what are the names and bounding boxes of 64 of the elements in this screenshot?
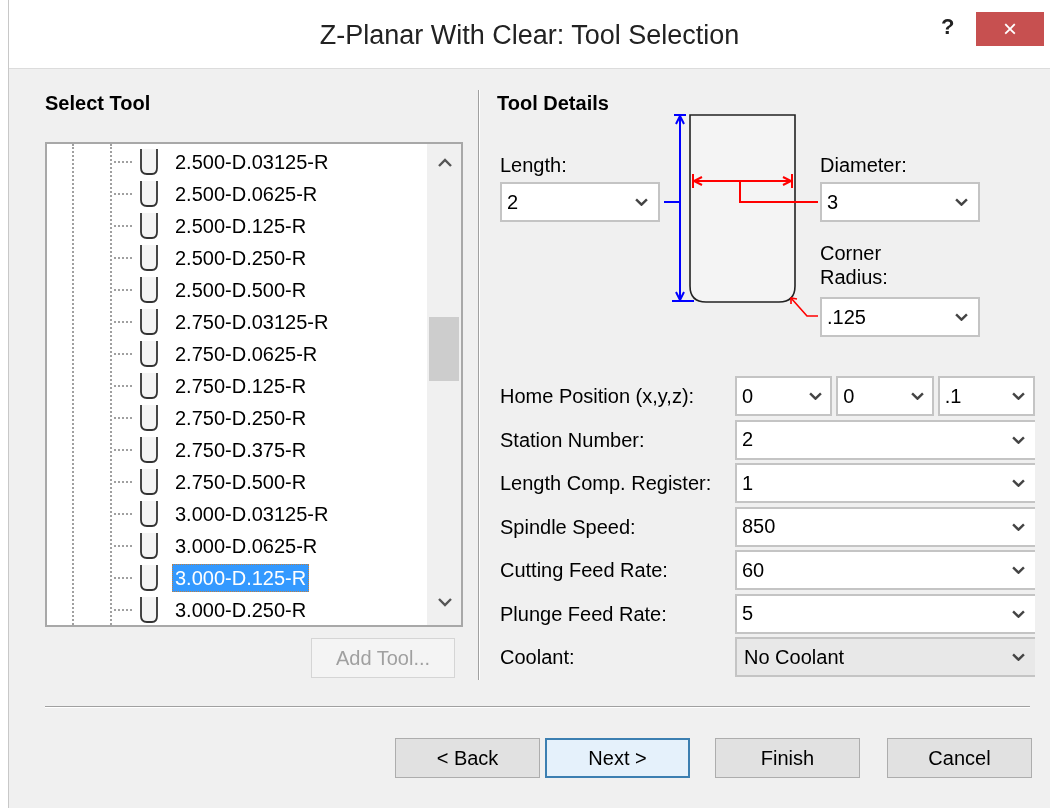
tree-item[interactable]: 2.500-D.03125-R	[172, 148, 332, 176]
dropdown[interactable]: 850	[735, 506, 1035, 547]
corner-radius-dropdown[interactable]: .125	[820, 297, 980, 337]
dropdown[interactable]: 2	[735, 419, 1035, 460]
tool-icon	[139, 436, 159, 464]
tree-item[interactable]: 2.500-D.125-R	[172, 212, 310, 240]
dropdown[interactable]: 5	[735, 593, 1035, 634]
tree-item[interactable]: 2.750-D.125-R	[172, 372, 310, 400]
field-label: Corner Radius:	[820, 241, 889, 289]
tree-item[interactable]: 3.000-D.03125-R	[172, 500, 332, 528]
tree-item[interactable]: 2.750-D.0625-R	[172, 340, 321, 368]
wizard-button[interactable]: Next >	[545, 738, 690, 778]
tool-icon	[139, 404, 159, 432]
scrollbar[interactable]	[427, 144, 461, 625]
tool-icon	[139, 276, 159, 304]
section-heading: Tool Details	[497, 91, 610, 116]
field-label: Coolant:	[500, 645, 576, 669]
tree-item[interactable]: 2.750-D.03125-R	[172, 308, 332, 336]
field-label: Diameter:	[820, 153, 907, 177]
tool-icon	[139, 180, 159, 208]
field-label: Spindle Speed:	[500, 514, 637, 539]
tree-item[interactable]: 2.500-D.0625-R	[172, 180, 321, 208]
tool-icon	[139, 372, 159, 400]
field-label: Length Comp. Register:	[500, 471, 713, 495]
field-label: Length:	[500, 153, 567, 177]
tree-item[interactable]: 3.000-D.0625-R	[172, 532, 321, 560]
tool-icon	[139, 308, 159, 336]
tree-item[interactable]: 2.750-D.500-R	[172, 468, 310, 496]
length-dropdown[interactable]: 2	[500, 182, 660, 222]
scroll-down-icon[interactable]	[438, 598, 452, 607]
help-button[interactable]: ?	[941, 14, 955, 40]
tool-icon	[139, 468, 159, 496]
tool-icon	[139, 596, 159, 624]
tree-item[interactable]: 2.500-D.500-R	[172, 276, 310, 304]
dropdown[interactable]: 1	[735, 463, 1035, 503]
field-label: Home Position (x,y,z):	[500, 384, 696, 408]
tool-icon	[139, 532, 159, 560]
wizard-button[interactable]: Finish	[715, 738, 860, 778]
diameter-dropdown[interactable]: 3	[820, 182, 980, 222]
dropdown[interactable]: 0	[836, 376, 934, 416]
tree-item[interactable]: 2.750-D.375-R	[172, 436, 310, 464]
dropdown[interactable]: 60	[735, 550, 1035, 590]
tool-icon	[139, 244, 159, 272]
field-label: Plunge Feed Rate:	[500, 601, 668, 626]
tool-icon	[139, 212, 159, 240]
section-heading: Select Tool	[45, 91, 152, 116]
dropdown[interactable]: .1	[937, 376, 1035, 416]
tool-icon	[139, 148, 159, 176]
wizard-button[interactable]: Cancel	[887, 738, 1032, 778]
tool-icon	[139, 564, 159, 592]
scroll-up-icon[interactable]	[438, 158, 452, 167]
window-title: Z-Planar With Clear: Tool Selection	[319, 20, 740, 50]
field-label: Cutting Feed Rate:	[500, 558, 669, 582]
wizard-button[interactable]: < Back	[395, 738, 540, 778]
dropdown[interactable]: 0	[735, 376, 833, 416]
close-button[interactable]: ×	[976, 12, 1044, 46]
field-label: Station Number:	[500, 427, 646, 452]
tree-item[interactable]: 3.000-D.250-R	[172, 596, 310, 624]
dropdown[interactable]: No Coolant	[735, 637, 1035, 677]
scroll-thumb[interactable]	[429, 317, 459, 381]
tree-item[interactable]: 2.750-D.250-R	[172, 404, 310, 432]
tool-icon	[139, 340, 159, 368]
tool-icon	[139, 500, 159, 528]
tree-item[interactable]: 2.500-D.250-R	[172, 244, 310, 272]
